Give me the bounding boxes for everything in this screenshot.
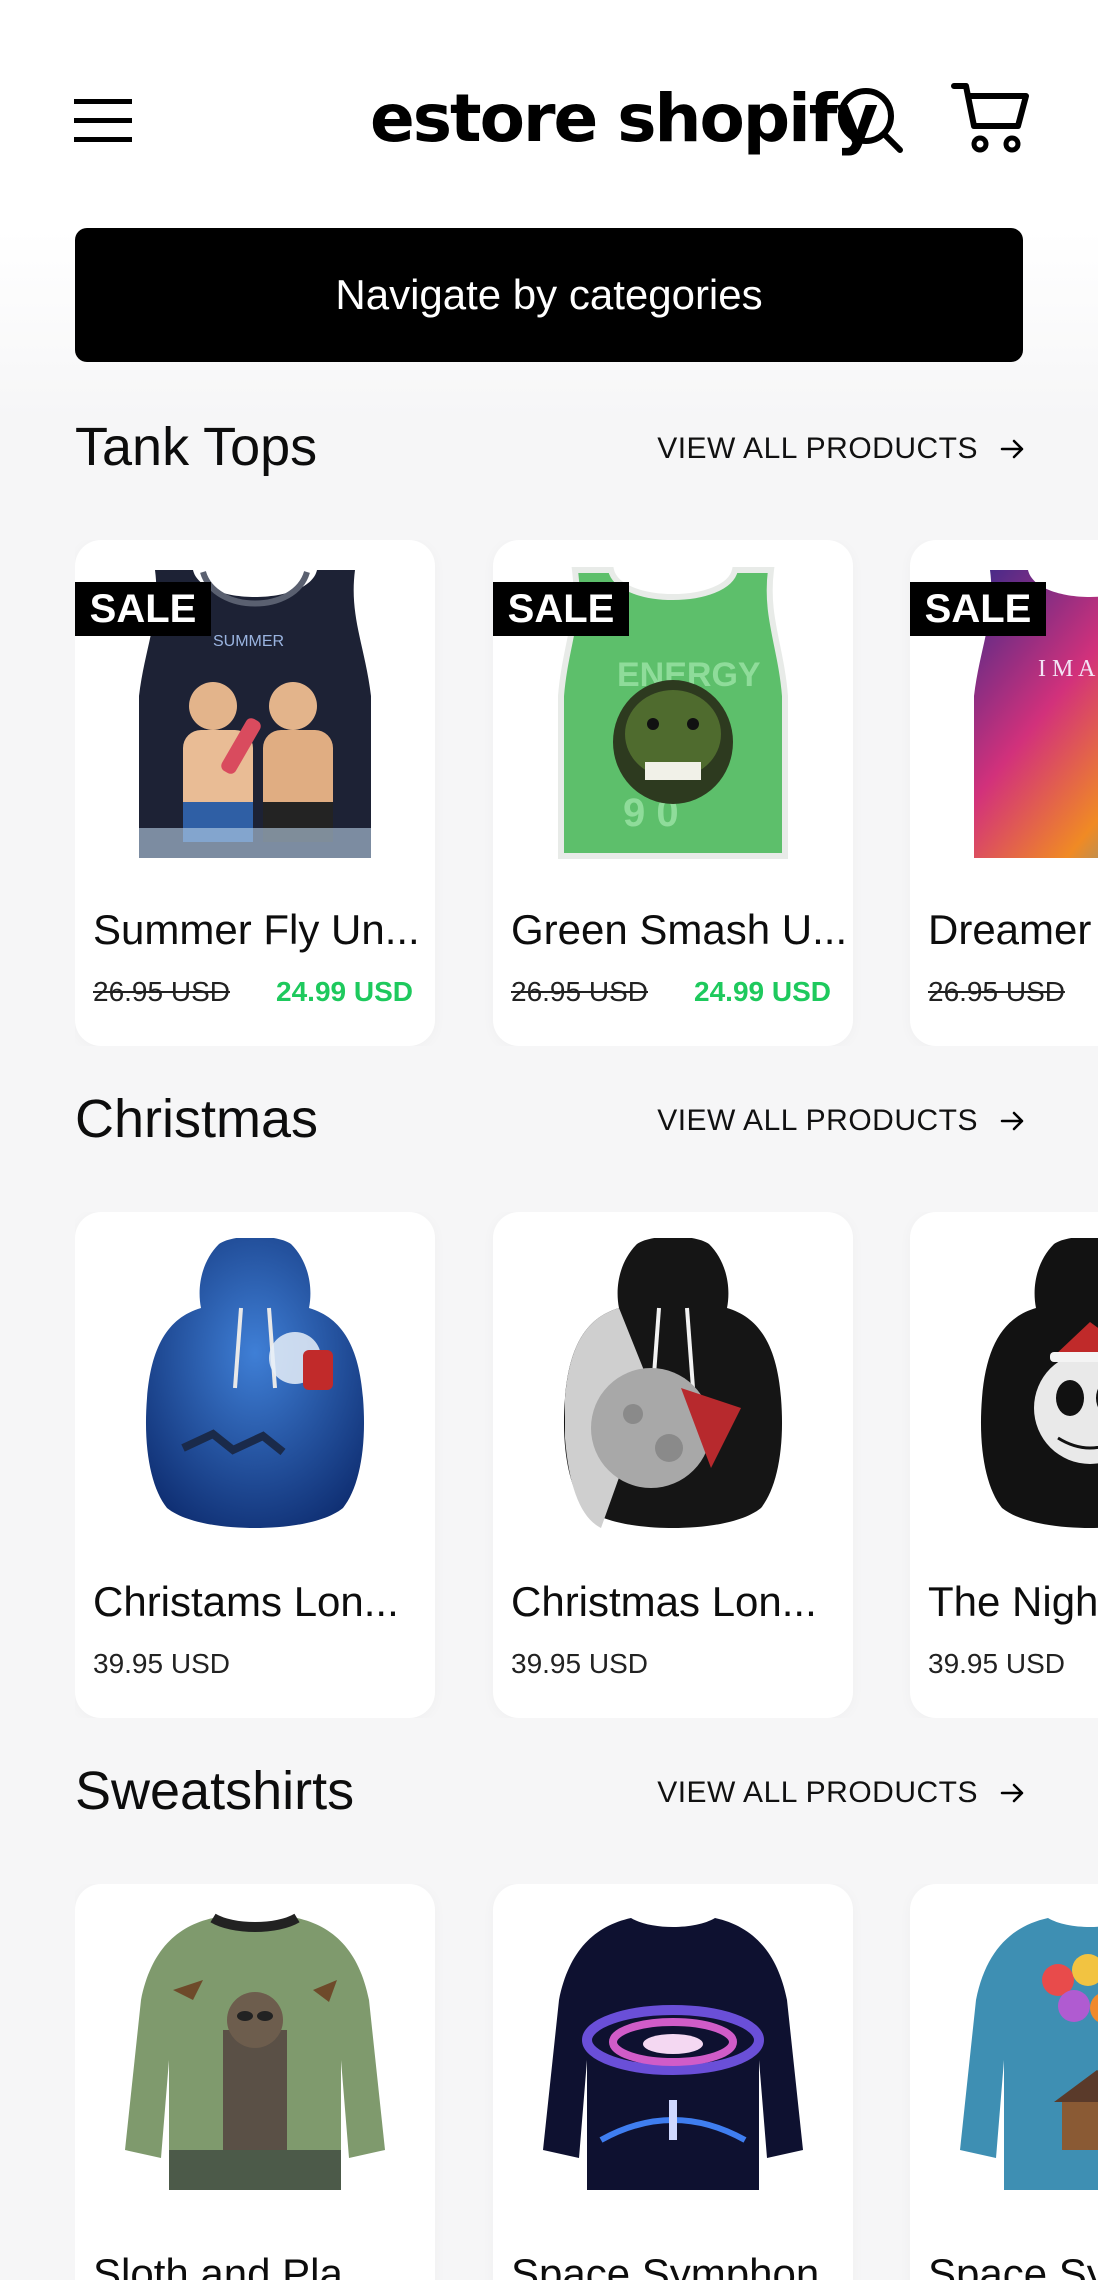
product-image-hoodie-santa-sleigh	[145, 1238, 365, 1528]
product-price: 39.95 USD	[93, 1648, 230, 1679]
product-name: Space Symphon...	[511, 2250, 847, 2280]
section-title-tank-tops: Tank Tops	[75, 417, 318, 477]
product-image-sweatshirt-sloth	[125, 1913, 385, 2190]
product-card[interactable]: Sloth and Pla...	[75, 1884, 435, 2280]
search-icon	[838, 88, 903, 153]
product-sale-price: 24.99 USD	[276, 976, 413, 1007]
view-all-label: VIEW ALL PRODUCTS	[657, 432, 978, 465]
product-old-price: 26.95 USD	[511, 976, 648, 1007]
product-price: 39.95 USD	[511, 1648, 648, 1679]
arrow-right-icon	[1000, 439, 1024, 459]
cart-icon	[951, 83, 1029, 153]
product-image-sweatshirt-balloons-house	[960, 1918, 1098, 2190]
product-card[interactable]: SUMMER SALE Summer Fly Un... 26.95 USD 2…	[75, 540, 435, 1046]
product-price: 39.95 USD	[928, 1648, 1065, 1679]
product-old-price: 26.95 USD	[93, 976, 230, 1007]
view-all-label: VIEW ALL PRODUCTS	[657, 1104, 978, 1137]
view-all-tank-tops-link[interactable]: VIEW ALL PRODUCTS	[657, 432, 1026, 466]
svg-text:SUMMER: SUMMER	[213, 633, 284, 650]
product-name: Space Sy...	[928, 2250, 1098, 2280]
product-card[interactable]: Space Sy...	[910, 1884, 1098, 2280]
view-all-christmas-link[interactable]: VIEW ALL PRODUCTS	[657, 1104, 1026, 1138]
sale-badge: SALE	[75, 582, 211, 636]
product-old-price: 26.95 USD	[928, 976, 1065, 1007]
cart-button[interactable]	[950, 80, 1030, 156]
product-name: Dreamer	[928, 906, 1092, 953]
product-name: Christmas Lon...	[511, 1578, 817, 1625]
product-card[interactable]: Christmas Lon... 39.95 USD	[493, 1212, 853, 1718]
arrow-right-icon	[1000, 1783, 1024, 1803]
svg-text:I M A DRE: I M A DRE	[1038, 656, 1098, 682]
product-card[interactable]: Christams Lon... 39.95 USD	[75, 1212, 435, 1718]
sale-badge: SALE	[910, 582, 1046, 636]
search-button[interactable]	[836, 86, 904, 154]
product-name: Christams Lon...	[93, 1578, 399, 1625]
page: estore shopify Navigate by categories Ta…	[0, 0, 1098, 2280]
product-image-hoodie-jack-skellington	[980, 1238, 1098, 1528]
section-title-christmas: Christmas	[75, 1089, 319, 1149]
product-sale-price: 24.99 USD	[694, 976, 831, 1007]
section-title-sweatshirts: Sweatshirts	[75, 1761, 355, 1821]
product-image-sweatshirt-space-symphony	[543, 1918, 803, 2190]
sweatshirts-carousel[interactable]: Sloth and Pla... Space Symphon... Space …	[75, 1884, 1098, 2280]
product-name: Summer Fly Un...	[93, 906, 420, 953]
header: estore shopify	[0, 0, 1098, 220]
product-card[interactable]: I M A DRE SALE Dreamer 26.95 USD	[910, 540, 1098, 1046]
product-name: Sloth and Pla...	[93, 2250, 378, 2280]
navigate-categories-button[interactable]: Navigate by categories	[75, 228, 1023, 362]
product-image-hoodie-moon-santa-hat	[563, 1238, 783, 1528]
arrow-right-icon	[1000, 1111, 1024, 1131]
view-all-sweatshirts-link[interactable]: VIEW ALL PRODUCTS	[657, 1776, 1026, 1810]
product-name: Green Smash U...	[511, 906, 847, 953]
product-card[interactable]: Space Symphon...	[493, 1884, 853, 2280]
store-logo[interactable]: estore shopify	[370, 74, 878, 164]
view-all-label: VIEW ALL PRODUCTS	[657, 1776, 978, 1809]
product-card[interactable]: ENERGY 9 0 SALE Green Smash U... 26.95 U…	[493, 540, 853, 1046]
product-name: The Night	[928, 1578, 1098, 1625]
sale-badge: SALE	[493, 582, 629, 636]
product-card[interactable]: The Night 39.95 USD	[910, 1212, 1098, 1718]
christmas-carousel[interactable]: Christams Lon... 39.95 USD Christmas Lon…	[75, 1212, 1098, 1718]
tank-tops-carousel[interactable]: SUMMER SALE Summer Fly Un... 26.95 USD 2…	[75, 540, 1098, 1046]
hamburger-menu-icon	[74, 99, 132, 142]
menu-button[interactable]	[74, 96, 134, 144]
